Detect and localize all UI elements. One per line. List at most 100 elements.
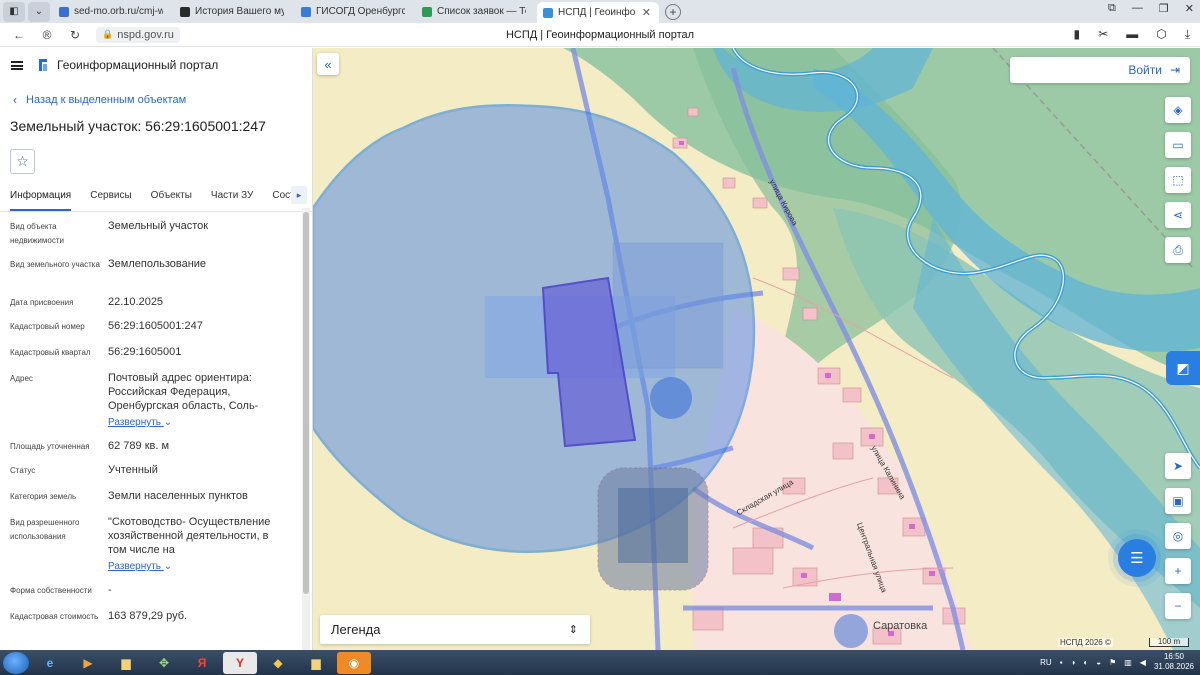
tool-app-icon[interactable]: ◉ (337, 651, 371, 674)
sidebar-toggle-icon[interactable]: ◧ (3, 1, 25, 22)
browser-tab[interactable]: Список заявок — ТехноК (416, 2, 534, 22)
chat-button[interactable]: ☰ (1118, 539, 1156, 577)
share-map-button[interactable]: ⋖ (1165, 202, 1191, 228)
object-title: Земельный участок: 56:29:1605001:247 (10, 118, 266, 134)
game-app-icon[interactable]: ✥ (147, 652, 181, 674)
map-copyright: НСПД 2026 © (1058, 638, 1113, 647)
attr-value: 163 879,29 руб. (108, 610, 188, 622)
star-icon: ☆ (16, 153, 29, 169)
map-canvas[interactable] (313, 48, 1200, 650)
window-controls: ⧉ — ❐ ✕ (1108, 2, 1194, 15)
attr-key: Категория земель (10, 492, 77, 501)
expand-address-link[interactable]: Развернуть ⌄ (108, 417, 172, 428)
tab-services[interactable]: Сервисы (90, 186, 131, 211)
browser-tab[interactable]: История Вашего му (174, 2, 292, 22)
tab-title: sed-mo.orb.ru/cmj-web/? (74, 6, 163, 17)
restore-icon[interactable]: ❐ (1159, 2, 1169, 15)
browser-tab[interactable]: sed-mo.orb.ru/cmj-web/? (53, 2, 171, 22)
attr-value: 56:29:1605001 (108, 346, 182, 358)
plus-icon: + (1174, 564, 1182, 578)
back-to-selected-link[interactable]: ‹ Назад к выделенным объектам (13, 93, 312, 107)
download-icon[interactable]: ⤓ (1185, 27, 1190, 42)
attr-value: Учтенный (108, 464, 158, 476)
minimize-icon[interactable]: — (1132, 2, 1143, 15)
ie-app-icon[interactable]: e (33, 652, 67, 674)
language-indicator[interactable]: RU (1040, 658, 1052, 667)
close-tab-icon[interactable]: ✕ (642, 6, 651, 19)
explorer-app-icon[interactable]: ▆ (299, 652, 333, 674)
url-field[interactable]: 🔒 nspd.gov.ru (96, 26, 180, 43)
print-button[interactable]: ⎙ (1165, 237, 1191, 263)
tab-title: История Вашего му (195, 6, 284, 17)
flag-icon[interactable]: ⚑ (1109, 658, 1116, 667)
favorite-button[interactable]: ☆ (10, 149, 35, 174)
tabs-scroll-right-button[interactable]: ▸ (291, 186, 307, 204)
close-window-icon[interactable]: ✕ (1185, 2, 1194, 15)
locate-button[interactable]: ➤ (1165, 453, 1191, 479)
geolocation-button[interactable]: ◎ (1165, 523, 1191, 549)
new-tab-button[interactable]: + (665, 3, 681, 20)
start-button[interactable] (3, 651, 29, 674)
network-icon[interactable]: ▥ (1124, 658, 1132, 667)
browser-tab[interactable]: НСПД | Геоинформацио ✕ (537, 1, 659, 24)
url-text: nspd.gov.ru (117, 28, 174, 41)
panel-header: Геоинформационный портал (0, 48, 312, 82)
tab-list-chevron-icon[interactable]: ⌄ (28, 1, 50, 22)
scrollbar-thumb[interactable] (303, 212, 309, 594)
lock-icon: 🔒 (102, 29, 114, 39)
basemap-button[interactable]: ▣ (1165, 488, 1191, 514)
tray-app-icon[interactable]: ◑ (1071, 658, 1076, 667)
collapse-panel-button[interactable]: « (317, 53, 339, 75)
expand-label: Развернуть (108, 417, 162, 428)
browser-tab[interactable]: ГИСОГД Оренбургской о (295, 2, 413, 22)
zoom-in-button[interactable]: + (1165, 558, 1191, 584)
select-area-button[interactable]: ⬚ (1165, 167, 1191, 193)
back-arrow-icon[interactable]: ← (10, 28, 28, 42)
login-button[interactable]: Войти ⇥ (1010, 57, 1190, 83)
assistant-icon: ◩ (1176, 359, 1190, 376)
legend-selector[interactable]: Легенда ⇕ (320, 615, 590, 644)
attr-value: Почтовый адрес ориентира: Российская Фед… (108, 372, 259, 412)
yandex-browser-app-icon[interactable]: Y (223, 651, 257, 674)
reader-icon[interactable]: ▬ (1126, 27, 1138, 42)
collections-icon[interactable]: ⧉ (1108, 2, 1116, 15)
map-view[interactable]: улица Кирова Складская улица улица Калин… (313, 48, 1200, 650)
extension-icon[interactable]: ✂ (1098, 27, 1108, 42)
shield-icon[interactable]: ® (38, 28, 56, 42)
chat-icon: ☰ (1130, 550, 1144, 567)
attr-value: Земельный участок (108, 220, 209, 232)
tab-information[interactable]: Информация (10, 186, 72, 211)
assistant-button[interactable]: ◩ (1166, 351, 1200, 385)
menu-icon[interactable] (11, 60, 23, 70)
tray-app-icon[interactable]: ▪ (1060, 658, 1063, 667)
clock[interactable]: 16:50 31.08.2026 (1154, 652, 1194, 672)
attr-value: Землепользование (108, 258, 207, 270)
measure-button[interactable]: ▭ (1165, 132, 1191, 158)
attr-key: Форма собственности (10, 586, 92, 595)
point-zone (834, 614, 868, 648)
attr-value: 62 789 кв. м (108, 440, 170, 452)
attr-key: Вид объекта недвижимости (10, 222, 64, 245)
tab-objects[interactable]: Объекты (151, 186, 192, 211)
attr-key: Дата присвоения (10, 298, 74, 307)
media-player-app-icon[interactable]: ▶ (71, 652, 105, 674)
yandex-app-icon[interactable]: Я (185, 652, 219, 674)
share-icon[interactable]: ⬡ (1156, 27, 1166, 42)
panel-scrollbar[interactable] (302, 208, 310, 650)
tab-parts[interactable]: Части ЗУ (211, 186, 253, 211)
windows-taskbar: e ▶ ▆ ✥ Я Y ◆ ▆ ◉ RU ▪ ◑ ◐ ◒ ⚑ ▥ ◀ 16:50… (0, 650, 1200, 675)
browser-toolbar: ▮ ✂ ▬ ⬡ ⤓ (1074, 27, 1190, 42)
zoom-out-button[interactable]: − (1165, 593, 1191, 619)
folder-app-icon[interactable]: ▆ (109, 652, 143, 674)
volume-icon[interactable]: ◀ (1140, 658, 1146, 667)
tray-app-icon[interactable]: ◒ (1096, 658, 1101, 667)
batman-app-icon[interactable]: ◆ (261, 652, 295, 674)
tray-app-icon[interactable]: ◐ (1083, 658, 1088, 667)
layers-button[interactable]: ◈ (1165, 97, 1191, 123)
expand-usage-link[interactable]: Развернуть ⌄ (108, 561, 172, 572)
legend-label: Легенда (331, 622, 381, 637)
reload-icon[interactable]: ↻ (66, 28, 84, 42)
bookmark-icon[interactable]: ▮ (1074, 27, 1081, 42)
chevron-down-icon: ⌄ (163, 561, 173, 572)
map-scale: 100 m (1149, 638, 1189, 647)
